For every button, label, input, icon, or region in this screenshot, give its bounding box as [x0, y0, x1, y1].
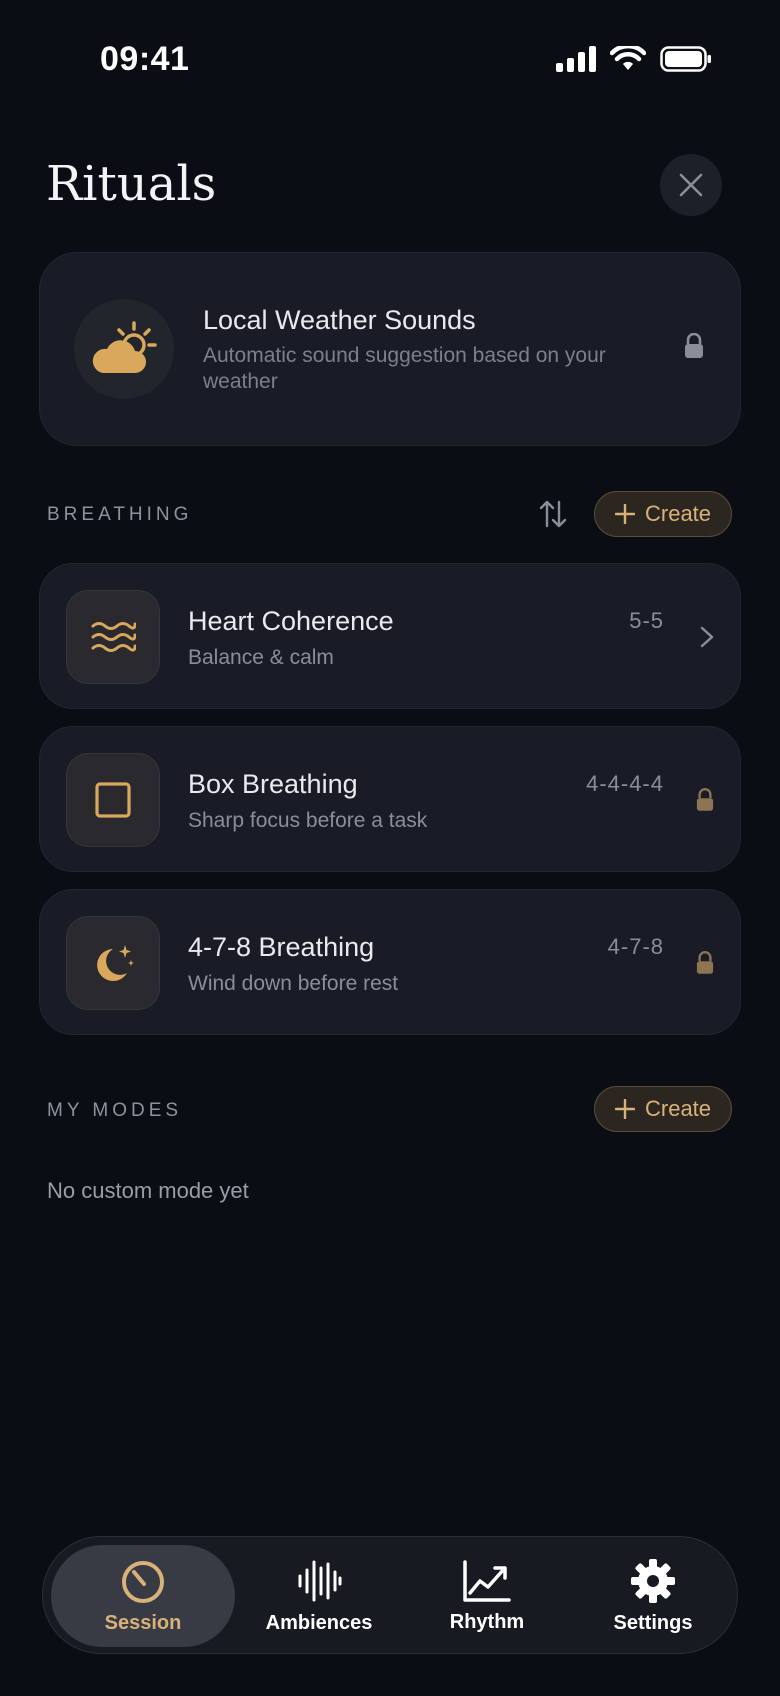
tab-rhythm[interactable]: Rhythm [407, 1545, 567, 1647]
ritual-trailing [696, 727, 714, 873]
chevron-right-icon [700, 626, 714, 648]
partly-sunny-icon [92, 321, 157, 373]
ritual-icon-badge [66, 590, 160, 684]
tab-session[interactable]: Session [51, 1545, 235, 1647]
cellular-signal-icon [556, 46, 596, 72]
tab-label: Settings [613, 1611, 693, 1634]
create-breathing-button[interactable]: Create [594, 491, 733, 537]
lock-icon [696, 951, 714, 974]
chart-icon [463, 1559, 511, 1602]
tab-ambiences[interactable]: Ambiences [239, 1545, 399, 1647]
tab-settings[interactable]: Settings [573, 1545, 733, 1647]
ritual-trailing [696, 890, 714, 1036]
ritual-pattern: 4-4-4-4 [586, 771, 664, 796]
lock-icon [685, 333, 703, 358]
wifi-icon [610, 46, 646, 70]
close-button[interactable] [660, 154, 722, 216]
breathing-card-box-breathing[interactable]: Box Breathing Sharp focus before a task … [39, 726, 741, 872]
tab-label: Ambiences [265, 1611, 373, 1634]
plus-icon [615, 504, 635, 524]
breathing-card-4-7-8[interactable]: 4-7-8 Breathing Wind down before rest 4-… [39, 889, 741, 1035]
tab-bar: Session Ambiences Rhythm Settings [42, 1536, 738, 1654]
modes-empty-text: No custom mode yet [47, 1178, 249, 1203]
waves-icon [91, 622, 136, 652]
ritual-icon-badge [66, 753, 160, 847]
ritual-subtitle: Sharp focus before a task [188, 809, 428, 832]
weather-title: Local Weather Sounds [203, 305, 476, 335]
square-icon [95, 782, 131, 818]
sort-icon[interactable] [537, 498, 569, 530]
tab-label: Rhythm [449, 1610, 525, 1633]
ritual-subtitle: Balance & calm [188, 646, 334, 669]
create-mode-button[interactable]: Create [594, 1086, 733, 1132]
moon-stars-icon [97, 945, 134, 981]
lock-icon [696, 788, 714, 811]
weather-sounds-card[interactable]: Local Weather Sounds Automatic sound sug… [39, 252, 741, 446]
ritual-subtitle: Wind down before rest [188, 972, 399, 995]
plus-icon [615, 1099, 635, 1119]
modes-section-label: MY MODES [47, 1100, 183, 1121]
breathing-card-heart-coherence[interactable]: Heart Coherence Balance & calm 5-5 [39, 563, 741, 709]
weather-icon-badge [74, 299, 174, 399]
ritual-pattern: 4-7-8 [607, 934, 664, 959]
ritual-title: 4-7-8 Breathing [188, 932, 375, 962]
close-icon [679, 173, 703, 197]
ritual-trailing [700, 564, 714, 710]
ritual-pattern: 5-5 [629, 608, 664, 633]
weather-subtitle: Automatic sound suggestion based on your… [203, 344, 606, 393]
status-time: 09:41 [100, 40, 190, 78]
create-label: Create [645, 1096, 712, 1121]
create-label: Create [645, 501, 712, 526]
ritual-title: Box Breathing [188, 769, 358, 799]
ritual-title: Heart Coherence [188, 606, 394, 636]
breathing-section-label: BREATHING [47, 504, 193, 525]
ritual-icon-badge [66, 916, 160, 1010]
battery-icon [660, 46, 711, 72]
soundwave-icon [298, 1560, 342, 1601]
page-title: Rituals [46, 156, 217, 212]
tab-label: Session [104, 1611, 182, 1634]
status-icons [556, 46, 712, 72]
timer-icon [122, 1560, 164, 1603]
gear-icon [631, 1558, 675, 1603]
